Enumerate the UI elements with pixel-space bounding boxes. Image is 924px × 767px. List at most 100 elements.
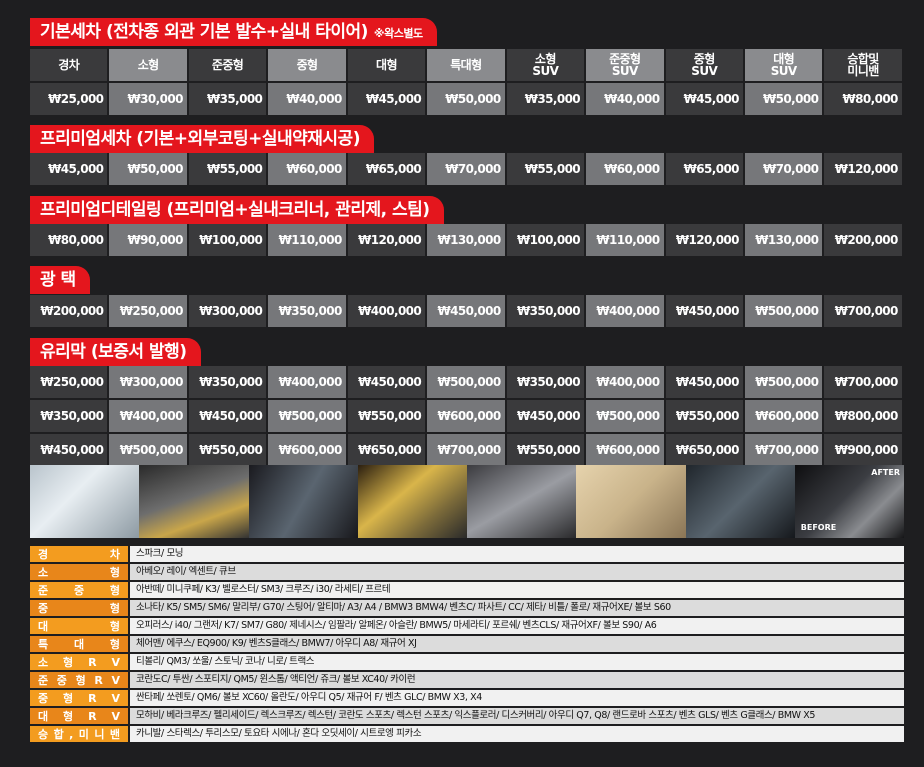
before-label: BEFORE (800, 523, 837, 532)
price-cell: ₩900,000 (824, 434, 902, 466)
price-cell: ₩120,000 (347, 224, 426, 256)
price-cell: ₩550,000 (506, 434, 585, 466)
price-cell: ₩700,000 (427, 434, 505, 466)
vehicle-class-header: 소형 SUV (506, 49, 585, 81)
polish-price-grid: ₩200,000 ₩250,000 ₩300,000 ₩350,000 ₩400,000… (30, 295, 904, 329)
price-cell: ₩200,000 (30, 295, 108, 327)
vehicle-models: 스파크/ 모닝 (130, 546, 904, 562)
glass-price-grid: ₩250,000 ₩300,000 ₩350,000 ₩400,000 ₩450,000… (30, 366, 904, 468)
price-cell: ₩550,000 (347, 400, 426, 432)
section-title-text: 기본세차 (전차종 외관 기본 발수+실내 타이어) (40, 22, 368, 42)
vehicle-class-row: 중 형 R V 싼타페/ 쏘렌토/ QM6/ 볼보 XC60/ 올란도/ 아우디 Q5/… (30, 690, 904, 706)
price-cell: ₩60,000 (586, 153, 664, 185)
price-cell: ₩400,000 (268, 366, 346, 398)
header-line: 대형 (376, 58, 397, 72)
vehicle-class-header: 승합및 미니밴 (824, 49, 902, 81)
price-cell: ₩65,000 (665, 153, 743, 185)
vehicle-class-row: 소 형 R V 티볼리/ QM3/ 쏘울/ 스토닉/ 코나/ 니로/ 트랙스 (30, 654, 904, 670)
price-cell: ₩35,000 (506, 83, 585, 115)
price-cell: ₩450,000 (347, 366, 426, 398)
price-cell: ₩110,000 (268, 224, 346, 256)
price-cell: ₩500,000 (268, 400, 346, 432)
photo-before-after-tire: AFTER BEFORE (794, 465, 904, 538)
vehicle-class-header: 경차 (30, 49, 108, 81)
header-line: 준중형 (211, 58, 244, 72)
photo-headlight (248, 465, 358, 538)
price-cell: ₩300,000 (188, 295, 267, 327)
vehicle-class-label: 소형RV (30, 654, 128, 670)
price-cell: ₩120,000 (824, 153, 902, 185)
price-cell: ₩90,000 (109, 224, 187, 256)
price-cell: ₩400,000 (109, 400, 187, 432)
vehicle-models: 코란도C/ 투싼/ 스포티지/ QM5/ 윈스톰/ 액티언/ 쥬크/ 볼보 XC… (130, 672, 904, 688)
price-cell: ₩650,000 (347, 434, 426, 466)
vehicle-models: 티볼리/ QM3/ 쏘울/ 스토닉/ 코나/ 니로/ 트랙스 (130, 654, 904, 670)
vehicle-class-label: 승합,미니밴 (30, 726, 128, 742)
section-title-premium: 프리미엄세차 (기본+외부코팅+실내약재시공) (30, 125, 374, 153)
vehicle-class-row: 중 형 소나타/ K5/ SM5/ SM6/ 말리부/ G70/ 스팅어/ 알티마/… (30, 600, 904, 616)
price-cell: ₩350,000 (30, 400, 108, 432)
vehicle-class-label: 대형 (30, 618, 128, 634)
header-line: 미니밴 (847, 64, 879, 78)
price-cell: ₩250,000 (30, 366, 108, 398)
glass-price-row: ₩350,000 ₩400,000 ₩450,000 ₩500,000 ₩550,000… (30, 400, 904, 432)
after-label: AFTER (871, 468, 900, 477)
vehicle-class-row: 승 합, 미 니 밴 카니발/ 스타렉스/ 투리스모/ 토요타 시에나/ 혼다 오딧세이/… (30, 726, 904, 742)
vehicle-class-header: 준중형 SUV (586, 49, 664, 81)
section-title-text: 광 택 (40, 270, 76, 290)
header-line: SUV (770, 64, 797, 78)
price-cell: ₩600,000 (427, 400, 505, 432)
header-line: SUV (691, 64, 718, 78)
price-cell: ₩80,000 (30, 224, 108, 256)
vehicle-models: 소나타/ K5/ SM5/ SM6/ 말리부/ G70/ 스팅어/ 알티마/ A… (130, 600, 904, 616)
vehicle-class-header-row: 경차 소형 준중형 중형 대형 특대형 소형 SUV 준중형 SUV 중형 SUV 대형 SUV 승합및 미니… (30, 49, 904, 81)
price-cell: ₩600,000 (744, 400, 823, 432)
price-cell: ₩450,000 (665, 366, 743, 398)
price-cell: ₩450,000 (665, 295, 743, 327)
price-cell: ₩800,000 (824, 400, 902, 432)
price-cell: ₩450,000 (188, 400, 267, 432)
vehicle-class-label: 대형RV (30, 708, 128, 724)
polish-price-row: ₩200,000 ₩250,000 ₩300,000 ₩350,000 ₩400,000… (30, 295, 904, 327)
price-cell: ₩40,000 (586, 83, 664, 115)
price-cell: ₩500,000 (586, 400, 664, 432)
vehicle-class-header: 대형 SUV (744, 49, 823, 81)
price-cell: ₩100,000 (506, 224, 585, 256)
section-title-polish: 광 택 (30, 266, 90, 294)
price-cell: ₩40,000 (268, 83, 346, 115)
vehicle-class-row: 준 중 형 아반떼/ 미니쿠페/ K3/ 벨로스터/ SM3/ 크루즈/ i30/ 라… (30, 582, 904, 598)
price-cell: ₩450,000 (506, 400, 585, 432)
price-cell: ₩350,000 (506, 295, 585, 327)
price-cell: ₩350,000 (188, 366, 267, 398)
price-cell: ₩550,000 (665, 400, 743, 432)
price-cell: ₩450,000 (427, 295, 505, 327)
price-cell: ₩45,000 (665, 83, 743, 115)
premium-price-row: ₩45,000 ₩50,000 ₩55,000 ₩60,000 ₩65,000 ₩70,0… (30, 153, 904, 185)
price-cell: ₩600,000 (268, 434, 346, 466)
price-cell: ₩250,000 (109, 295, 187, 327)
vehicle-class-header: 중형 SUV (665, 49, 743, 81)
price-cell: ₩120,000 (665, 224, 743, 256)
price-cell: ₩70,000 (744, 153, 823, 185)
price-cell: ₩110,000 (586, 224, 664, 256)
basic-price-row: ₩25,000 ₩30,000 ₩35,000 ₩40,000 ₩45,000 ₩50,0… (30, 83, 904, 115)
vehicle-class-label: 소형 (30, 564, 128, 580)
price-cell: ₩600,000 (586, 434, 664, 466)
vehicle-models: 오피러스/ i40/ 그랜저/ K7/ SM7/ G80/ 제네시스/ 임팔라/… (130, 618, 904, 634)
section-title-basic: 기본세차 (전차종 외관 기본 발수+실내 타이어) ※왁스별도 (30, 18, 437, 46)
vehicle-class-row: 대 형 R V 모하비/ 베라크루즈/ 펠리세이드/ 렉스크루즈/ 렉스턴/ 코란도 스… (30, 708, 904, 724)
header-line: 경차 (58, 58, 80, 72)
header-line: 특대형 (450, 58, 482, 72)
price-cell: ₩350,000 (506, 366, 585, 398)
detailing-price-grid: ₩80,000 ₩90,000 ₩100,000 ₩110,000 ₩120,000 ₩1… (30, 224, 904, 258)
basic-price-grid: 경차 소형 준중형 중형 대형 특대형 소형 SUV 준중형 SUV 중형 SUV 대형 SUV 승합및 미니… (30, 49, 904, 117)
section-title-text: 프리미엄세차 (기본+외부코팅+실내약재시공) (40, 129, 360, 149)
vehicle-models: 체어맨/ 에쿠스/ EQ900/ K9/ 벤츠S클래스/ BMW7/ 아우디 A… (130, 636, 904, 652)
price-cell: ₩700,000 (824, 295, 902, 327)
price-cell: ₩70,000 (427, 153, 505, 185)
glass-price-row: ₩450,000 ₩500,000 ₩550,000 ₩600,000 ₩650,000… (30, 434, 904, 466)
vehicle-models: 카니발/ 스타렉스/ 투리스모/ 토요타 시에나/ 혼다 오딧세이/ 시트로엥 … (130, 726, 904, 742)
price-cell: ₩55,000 (188, 153, 267, 185)
vehicle-class-label: 준중형 (30, 582, 128, 598)
photo-sponge-wash (357, 465, 467, 538)
